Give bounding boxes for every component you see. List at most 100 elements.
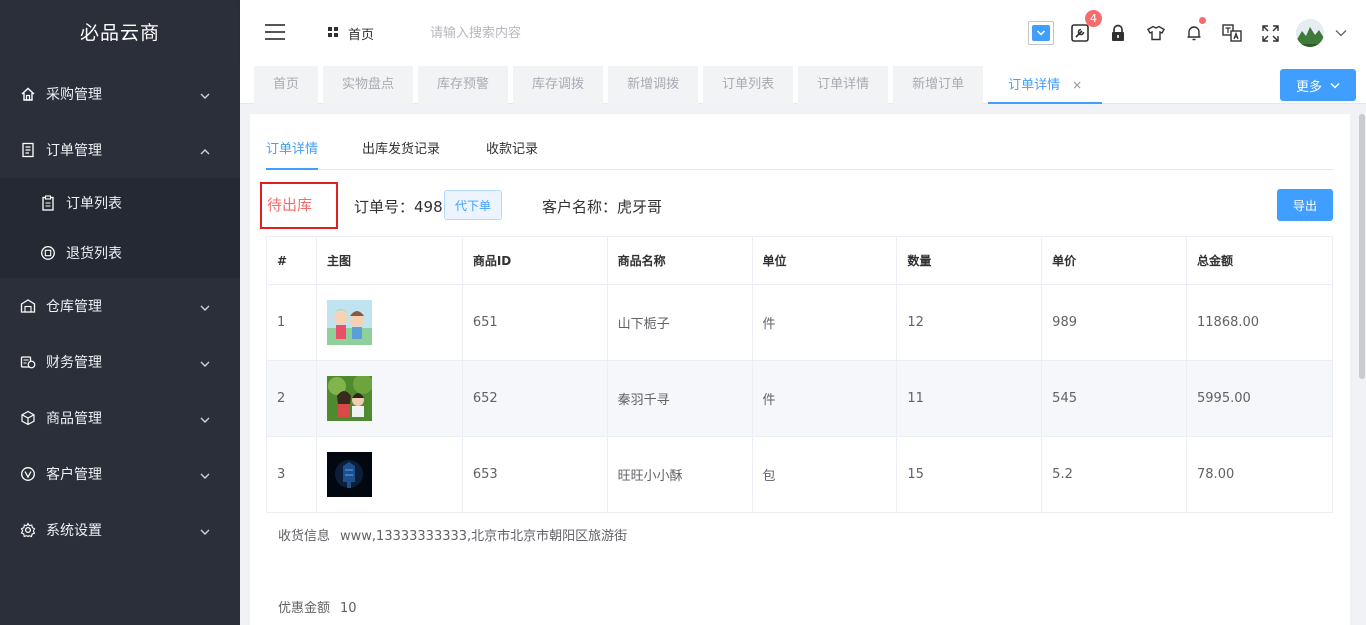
cell-total: 5995.00 bbox=[1186, 360, 1333, 437]
cell-index: 3 bbox=[266, 436, 317, 513]
cell-product-id: 653 bbox=[461, 436, 608, 513]
menu-finance[interactable]: 财务管理 bbox=[0, 334, 240, 390]
submenu-label: 退货列表 bbox=[66, 246, 122, 262]
menu-warehouse[interactable]: 仓库管理 bbox=[0, 278, 240, 334]
menu-orders[interactable]: 订单管理 bbox=[0, 122, 240, 178]
table-row: 2 652 秦羽千寻 件 11 545 5995.00 bbox=[266, 360, 1333, 437]
scrollbar-thumb[interactable] bbox=[1359, 114, 1365, 379]
discount-info: 优惠金额 10 bbox=[278, 597, 357, 616]
menu-label: 系统设置 bbox=[46, 523, 102, 539]
subtab-outbound-records[interactable]: 出库发货记录 bbox=[362, 130, 440, 170]
shipping-label: 收货信息 bbox=[278, 529, 331, 544]
more-label: 更多 bbox=[1295, 79, 1322, 95]
close-icon[interactable]: × bbox=[1072, 78, 1082, 92]
search-input[interactable] bbox=[430, 20, 630, 46]
document-icon bbox=[20, 142, 36, 158]
discount-label: 优惠金额 bbox=[278, 601, 331, 616]
tab-home[interactable]: 首页 bbox=[254, 66, 319, 104]
cell-product-name: 秦羽千寻 bbox=[606, 360, 753, 437]
chevron-down-icon bbox=[200, 89, 210, 105]
discount-value: 10 bbox=[340, 601, 357, 616]
menu-customers[interactable]: 客户管理 bbox=[0, 446, 240, 502]
tab-order-detail-active[interactable]: 订单详情 × bbox=[988, 66, 1103, 104]
cell-index: 1 bbox=[266, 284, 317, 361]
cell-quantity: 15 bbox=[896, 436, 1043, 513]
subtab-payment-records[interactable]: 收款记录 bbox=[486, 130, 538, 170]
submenu-order-list[interactable]: 订单列表 bbox=[0, 178, 240, 228]
cell-image bbox=[315, 436, 463, 513]
col-header: 主图 bbox=[315, 236, 463, 285]
translate-icon[interactable] bbox=[1220, 21, 1244, 45]
tab-order-list[interactable]: 订单列表 bbox=[703, 66, 794, 104]
cell-product-id: 652 bbox=[461, 360, 608, 437]
tab-stock-transfer[interactable]: 库存调拨 bbox=[513, 66, 604, 104]
menu-settings[interactable]: 系统设置 bbox=[0, 502, 240, 558]
tab-order-detail[interactable]: 订单详情 bbox=[798, 66, 889, 104]
export-button[interactable]: 导出 bbox=[1277, 189, 1333, 221]
proxy-order-button[interactable]: 代下单 bbox=[444, 190, 502, 220]
menu-purchase[interactable]: 采购管理 bbox=[0, 66, 240, 122]
col-header: 数量 bbox=[896, 236, 1043, 285]
product-thumbnail[interactable] bbox=[326, 376, 372, 421]
size-select-icon[interactable] bbox=[1028, 21, 1054, 45]
tab-stocktake[interactable]: 实物盘点 bbox=[323, 66, 414, 104]
col-header: 商品名称 bbox=[606, 236, 753, 285]
cell-total: 11868.00 bbox=[1186, 284, 1333, 361]
cell-quantity: 12 bbox=[896, 284, 1043, 361]
lock-icon[interactable] bbox=[1106, 21, 1130, 45]
cell-image bbox=[315, 360, 463, 437]
chevron-up-icon bbox=[200, 145, 210, 161]
top-header: 首页 4 bbox=[240, 0, 1366, 66]
order-detail-card: 订单详情 出库发货记录 收款记录 待出库 订单号：498 代下单 客户名称：虎牙… bbox=[250, 114, 1350, 625]
col-header: 单位 bbox=[751, 236, 898, 285]
more-button[interactable]: 更多 bbox=[1280, 69, 1356, 101]
chevron-down-icon[interactable] bbox=[1334, 21, 1348, 45]
breadcrumb-home: 首页 bbox=[348, 28, 375, 43]
menu-products[interactable]: 商品管理 bbox=[0, 390, 240, 446]
grid-icon bbox=[328, 26, 338, 41]
cell-quantity: 11 bbox=[896, 360, 1043, 437]
table-row: 3 653 旺旺小小酥 包 15 5.2 78.00 bbox=[266, 436, 1333, 513]
finance-icon bbox=[20, 354, 36, 370]
breadcrumb[interactable]: 首页 bbox=[328, 24, 374, 43]
submenu-return-list[interactable]: 退货列表 bbox=[0, 228, 240, 278]
tab-label: 订单详情 bbox=[1008, 78, 1061, 93]
tab-new-transfer[interactable]: 新增调拨 bbox=[608, 66, 699, 104]
shipping-info: 收货信息 www,13333333333,北京市北京市朝阳区旅游街 bbox=[278, 525, 627, 544]
detail-subtabs: 订单详情 出库发货记录 收款记录 bbox=[266, 130, 1333, 170]
home-icon bbox=[20, 86, 36, 102]
header-toolbar: 4 bbox=[1014, 10, 1348, 50]
product-thumbnail[interactable] bbox=[326, 452, 372, 497]
tab-stock-warning[interactable]: 库存预警 bbox=[418, 66, 509, 104]
tool-icon[interactable]: 4 bbox=[1068, 10, 1102, 45]
bell-icon[interactable] bbox=[1182, 17, 1206, 45]
cell-price: 5.2 bbox=[1041, 436, 1188, 513]
cell-unit: 包 bbox=[751, 436, 898, 513]
page-scrollbar[interactable] bbox=[1358, 114, 1366, 379]
avatar[interactable] bbox=[1296, 19, 1324, 47]
theme-shirt-icon[interactable] bbox=[1144, 21, 1168, 45]
subtab-order-detail[interactable]: 订单详情 bbox=[266, 130, 319, 170]
cell-index: 2 bbox=[266, 360, 317, 437]
col-header: 总金额 bbox=[1186, 236, 1333, 285]
menu-label: 订单管理 bbox=[46, 143, 102, 159]
cell-product-name: 山下栀子 bbox=[606, 284, 753, 361]
sidebar: 必品云商 采购管理 订单管理 订单列表 退货列表 仓库管理 财务管理 商品管理 … bbox=[0, 0, 240, 625]
app-logo-title: 必品云商 bbox=[79, 22, 160, 44]
cell-unit: 件 bbox=[751, 284, 898, 361]
submenu-label: 订单列表 bbox=[66, 196, 122, 212]
menu-label: 商品管理 bbox=[46, 411, 102, 427]
tab-new-order[interactable]: 新增订单 bbox=[893, 66, 984, 104]
fullscreen-icon[interactable] bbox=[1258, 21, 1282, 45]
menu-toggle-icon[interactable] bbox=[265, 24, 285, 40]
customer-name: 客户名称：虎牙哥 bbox=[542, 198, 663, 216]
product-thumbnail[interactable] bbox=[326, 300, 372, 345]
gear-icon bbox=[20, 522, 36, 538]
status-badge: 待出库 bbox=[260, 182, 338, 229]
cell-unit: 件 bbox=[751, 360, 898, 437]
clipboard-icon bbox=[40, 195, 56, 211]
order-number: 订单号：498 bbox=[354, 198, 443, 216]
page-tabs: 首页 实物盘点 库存预警 库存调拨 新增调拨 订单列表 订单详情 新增订单 订单… bbox=[254, 66, 1107, 104]
chevron-down-icon bbox=[200, 469, 210, 485]
menu-label: 财务管理 bbox=[46, 355, 102, 371]
